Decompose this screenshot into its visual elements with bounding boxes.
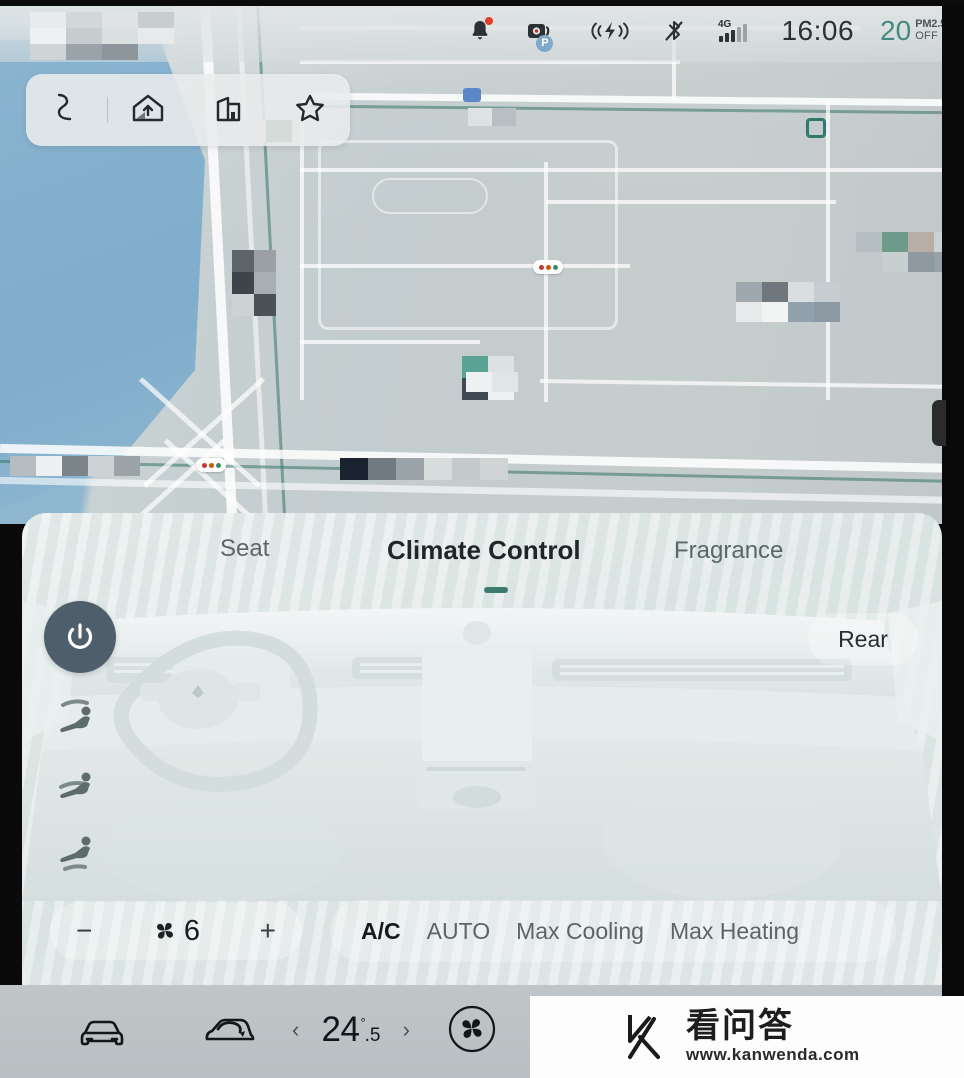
watermark-url: www.kanwenda.com	[686, 1045, 860, 1064]
map-poi-marker[interactable]	[463, 88, 481, 102]
status-bar-right: P 4G 16:06 20 PM2.5 OFF	[465, 15, 964, 52]
route-icon	[52, 91, 80, 130]
power-button[interactable]	[44, 601, 116, 673]
fan-increase-button[interactable]: +	[260, 917, 276, 945]
recirculation-button[interactable]	[200, 1003, 262, 1059]
active-tab-indicator	[484, 587, 508, 593]
recirculation-icon	[205, 1018, 255, 1041]
fan-speed-value: 6	[183, 914, 201, 947]
airflow-face-button[interactable]	[50, 691, 112, 747]
favorites-star-icon	[293, 92, 327, 129]
temperature-value[interactable]: 24 ° .5	[322, 1010, 381, 1050]
work-icon	[213, 92, 245, 129]
power-icon	[67, 623, 93, 649]
airflow-face-icon	[60, 699, 91, 733]
car-front-icon	[80, 1020, 124, 1046]
map-label-mosaic	[10, 456, 140, 476]
climate-mode-row: A/C AUTO Max Cooling Max Heating	[330, 900, 896, 962]
airflow-body-button[interactable]	[50, 761, 112, 817]
temp-increase-button[interactable]: ›	[403, 1017, 410, 1043]
airflow-feet-button[interactable]	[50, 827, 112, 883]
tab-climate-control[interactable]: Climate Control	[377, 535, 591, 566]
fan-decrease-button[interactable]: −	[76, 917, 92, 945]
map-label-mosaic	[468, 108, 516, 126]
route-button[interactable]	[26, 74, 107, 146]
fan-button[interactable]	[444, 1001, 500, 1057]
map-block	[372, 178, 488, 214]
map-road	[539, 379, 964, 389]
wireless-charging-icon[interactable]	[587, 16, 633, 46]
cellular-signal-icon[interactable]: 4G	[715, 16, 755, 46]
parking-badge: P	[536, 35, 554, 52]
dashcam-icon[interactable]: P	[521, 16, 561, 52]
temp-decrease-button[interactable]: ‹	[292, 1017, 299, 1043]
vehicle-button[interactable]	[74, 1003, 130, 1059]
cabin-illustration	[22, 601, 942, 901]
traffic-light-marker[interactable]	[533, 260, 563, 274]
fan-speed-display: 6	[152, 915, 200, 948]
home-button[interactable]	[108, 74, 189, 146]
map-poi-marker[interactable]	[806, 118, 826, 138]
pm25-value: 20	[880, 15, 912, 46]
watermark-overlay: 看问答 www.kanwenda.com	[530, 996, 964, 1078]
climate-control-panel: Seat Climate Control Fragrance Rear − 6 …	[22, 513, 942, 985]
notification-bell-icon[interactable]	[465, 16, 495, 46]
fan-circle-icon	[448, 1005, 496, 1053]
map-road	[310, 104, 964, 115]
fan-icon	[156, 922, 173, 939]
bezel-notch	[932, 400, 946, 446]
temperature-control: ‹ 24 ° .5 ›	[292, 999, 410, 1061]
map-road	[300, 340, 480, 344]
k-logo-icon	[628, 1015, 660, 1059]
airflow-feet-icon	[60, 836, 91, 871]
bluetooth-off-icon[interactable]	[659, 16, 689, 46]
home-icon	[130, 91, 166, 130]
map-label-mosaic	[232, 250, 276, 316]
status-clock: 16:06	[781, 15, 855, 46]
map-road	[826, 100, 830, 400]
map-label-mosaic	[736, 282, 840, 322]
car-infotainment-screen: P 4G 16:06 20 PM2.5 OFF Seat Climate Con…	[0, 0, 964, 1078]
watermark-brand: 看问答	[686, 1007, 794, 1045]
traffic-light-marker[interactable]	[196, 458, 226, 472]
map-shortcut-bar	[26, 74, 350, 146]
status-bar: P 4G 16:06 20 PM2.5 OFF	[0, 0, 964, 62]
work-button[interactable]	[189, 74, 270, 146]
rear-zone-button[interactable]: Rear	[808, 613, 918, 665]
mode-max-cooling-button[interactable]: Max Cooling	[507, 918, 653, 945]
map-label-mosaic	[340, 458, 508, 480]
mode-auto-button[interactable]: AUTO	[418, 918, 499, 945]
temp-fraction: .5	[364, 1025, 381, 1046]
map-road	[309, 92, 964, 107]
temp-degree-symbol: °	[360, 1015, 366, 1030]
screen-bezel-top	[0, 0, 964, 6]
tab-seat[interactable]: Seat	[210, 535, 279, 563]
status-bar-left	[0, 0, 465, 62]
air-quality-indicator[interactable]: 20 PM2.5 OFF	[880, 15, 946, 47]
svg-text:4G: 4G	[718, 19, 732, 30]
climate-tabs: Seat Climate Control Fragrance	[22, 513, 942, 587]
tab-fragrance[interactable]: Fragrance	[664, 537, 793, 565]
screen-bezel-right	[932, 0, 964, 996]
mode-ac-button[interactable]: A/C	[352, 918, 410, 945]
temp-integer: 24	[321, 1010, 360, 1049]
map-label-mosaic	[466, 372, 518, 392]
watermark-text: 看问答 www.kanwenda.com	[686, 1009, 860, 1065]
map-block	[318, 140, 618, 330]
airflow-body-icon	[59, 772, 91, 799]
fan-speed-stepper: − 6 +	[50, 902, 302, 960]
mode-max-heating-button[interactable]: Max Heating	[661, 918, 808, 945]
favorites-button[interactable]	[269, 74, 350, 146]
